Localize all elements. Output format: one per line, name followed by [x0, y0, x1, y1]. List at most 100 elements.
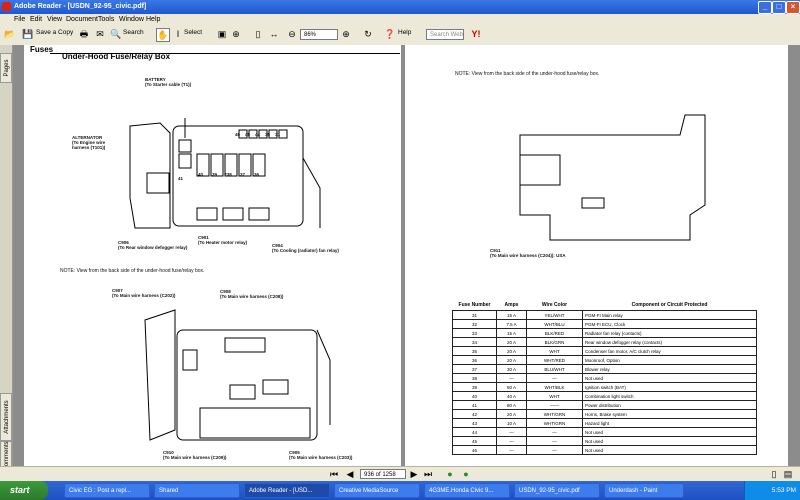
fuse-number-cell: 45	[452, 436, 497, 446]
task-creative-mediasource[interactable]: Creative MediaSource	[334, 483, 420, 498]
component-cell: Not used	[582, 445, 757, 455]
maximize-button[interactable]: □	[772, 1, 786, 14]
amps-cell: 10 A	[496, 418, 527, 428]
fuse-number-cell: 35	[452, 346, 497, 356]
connector-c911	[581, 197, 605, 209]
print-icon[interactable]: 🖶	[78, 28, 90, 40]
amps-cell: 15 A	[496, 328, 527, 338]
task-underdash-paint[interactable]: Underdash - Paint	[604, 483, 684, 498]
amps-cell: —	[496, 436, 527, 446]
menu-edit[interactable]: Edit	[30, 16, 42, 23]
close-button[interactable]: ×	[786, 1, 800, 14]
save-copy-button[interactable]: Save a Copy	[36, 29, 73, 36]
connector-c908	[224, 337, 266, 353]
adobe-reader-icon	[2, 2, 11, 11]
clock[interactable]: 5:53 PM	[772, 487, 796, 494]
go-back-icon[interactable]: ●	[444, 468, 456, 480]
tab-attachments[interactable]: Attachments	[0, 393, 12, 441]
task-civic-eg[interactable]: Civic EG : Post a repl...	[64, 483, 150, 498]
table-row: 45— — Not used	[452, 436, 757, 446]
wire-color-cell: —	[526, 373, 583, 383]
window-titlebar[interactable]: Adobe Reader - [USDN_92-95_civic.pdf] _ …	[0, 0, 800, 14]
zoom-in-icon[interactable]: ⊕	[340, 28, 352, 40]
table-row: 44— — Not used	[452, 427, 757, 437]
amps-cell: —	[496, 445, 527, 455]
menu-tools[interactable]: Tools	[98, 16, 114, 23]
search-web-field[interactable]: Search Web	[426, 29, 464, 40]
table-row: 32 7.5 A WHT/BLU PGM-FI ECU, Clock	[452, 319, 757, 329]
fuse-number-cell: 43	[452, 418, 497, 428]
start-button[interactable]: start	[0, 481, 48, 500]
menu-window[interactable]: Window	[119, 16, 144, 23]
email-icon[interactable]: ✉	[94, 28, 106, 40]
menu-document[interactable]: Document	[66, 16, 98, 23]
fuse-box-diagram	[129, 118, 321, 229]
amps-cell: 30 A	[496, 364, 527, 374]
fuse-number-cell: 39	[452, 382, 497, 392]
table-row: 35 20 A WHT Condenser fan motor, A/C clutch…	[452, 346, 757, 356]
page-number-field[interactable]: 936 of 1258	[360, 469, 406, 479]
task-adobe-reader[interactable]: Adobe Reader - [USD...	[244, 483, 330, 498]
fuse-slot-40a	[178, 153, 192, 169]
navigation-panel: Pages Attachments Comments	[0, 45, 13, 471]
col-wire-color: Wire Color	[541, 302, 568, 308]
table-row: 41 80 A —— Power distribution	[452, 400, 757, 410]
help-button[interactable]: Help	[398, 29, 411, 36]
wire-color-cell: WHT/GRN	[526, 409, 583, 419]
continuous-page-icon[interactable]: ▤	[782, 468, 794, 480]
wire-color-cell: WHT	[526, 391, 583, 401]
component-cell: Not used	[582, 436, 757, 446]
component-cell: Not used	[582, 373, 757, 383]
task-shared[interactable]: Shared	[154, 483, 240, 498]
next-page-icon[interactable]: ▶	[408, 468, 420, 480]
menu-file[interactable]: File	[14, 16, 25, 23]
label-c907: C907 (To Main wire harness (C202))	[112, 288, 176, 298]
amps-cell: —	[496, 373, 527, 383]
wire-color-cell: BLU/WHT	[526, 364, 583, 374]
fuse-label-40: 40	[198, 172, 204, 177]
back-box-left	[144, 309, 176, 441]
label-c910: C910 (To Main wire harness (C209))	[163, 450, 227, 460]
rotate-icon[interactable]: ↻	[362, 28, 374, 40]
prev-page-icon[interactable]: ◀	[344, 468, 356, 480]
left-note: NOTE: View from the back side of the und…	[60, 268, 205, 274]
zoom-icon[interactable]: ⊕	[230, 28, 242, 40]
col-amps: Amps	[504, 302, 519, 308]
go-forward-icon[interactable]: ●	[460, 468, 472, 480]
open-icon[interactable]: 📂	[4, 28, 16, 40]
amps-cell: 15 A	[496, 310, 527, 320]
task-honda-civic[interactable]: 4G3ME.Honda Civic 9...	[424, 483, 510, 498]
search-button[interactable]: Search	[123, 29, 144, 36]
menu-help[interactable]: Help	[146, 16, 160, 23]
first-page-icon[interactable]: ⏮	[328, 468, 340, 480]
page-title: Under-Hood Fuse/Relay Box	[62, 52, 171, 61]
fuse-number-cell: 38	[452, 373, 497, 383]
amps-cell: 20 A	[496, 346, 527, 356]
tab-pages[interactable]: Pages	[0, 53, 12, 83]
component-cell: Moonroof, Option	[582, 355, 757, 365]
fuse-label-39: 39	[212, 172, 218, 177]
zoom-out-icon[interactable]: ⊖	[286, 28, 298, 40]
last-page-icon[interactable]: ⏭	[422, 468, 434, 480]
fit-page-icon[interactable]: ▯	[252, 28, 264, 40]
minimize-button[interactable]: _	[758, 1, 772, 14]
fuse-number-cell: 41	[452, 400, 497, 410]
table-row: 36 20 A WHT/RED Moonroof, Option	[452, 355, 757, 365]
single-page-icon[interactable]: ▯	[768, 468, 780, 480]
component-cell: Combination light switch	[582, 391, 757, 401]
fuse-label-31: 31	[275, 132, 281, 137]
yahoo-icon[interactable]: Y!	[470, 28, 482, 40]
wire-color-cell: ——	[526, 400, 583, 410]
task-usdn-pdf[interactable]: USDN_92-95_civic.pdf	[514, 483, 600, 498]
zoom-field[interactable]: 86%	[300, 29, 338, 40]
fit-width-icon[interactable]: ↔	[268, 28, 280, 40]
component-cell: Rear window defogger relay (contacts)	[582, 337, 757, 347]
component-cell: Ignition switch (BAT)	[582, 382, 757, 392]
snapshot-icon[interactable]: ▣	[216, 28, 228, 40]
hand-tool-icon[interactable]: ✋	[156, 28, 170, 42]
fuse-box-right-edge	[302, 157, 321, 228]
menu-view[interactable]: View	[47, 16, 62, 23]
select-button[interactable]: Select	[184, 29, 202, 36]
fuse-number-cell: 46	[452, 445, 497, 455]
toolbar: 📂 💾 Save a Copy 🖶 ✉ 🔍 Search ✋ I Select …	[0, 25, 800, 46]
